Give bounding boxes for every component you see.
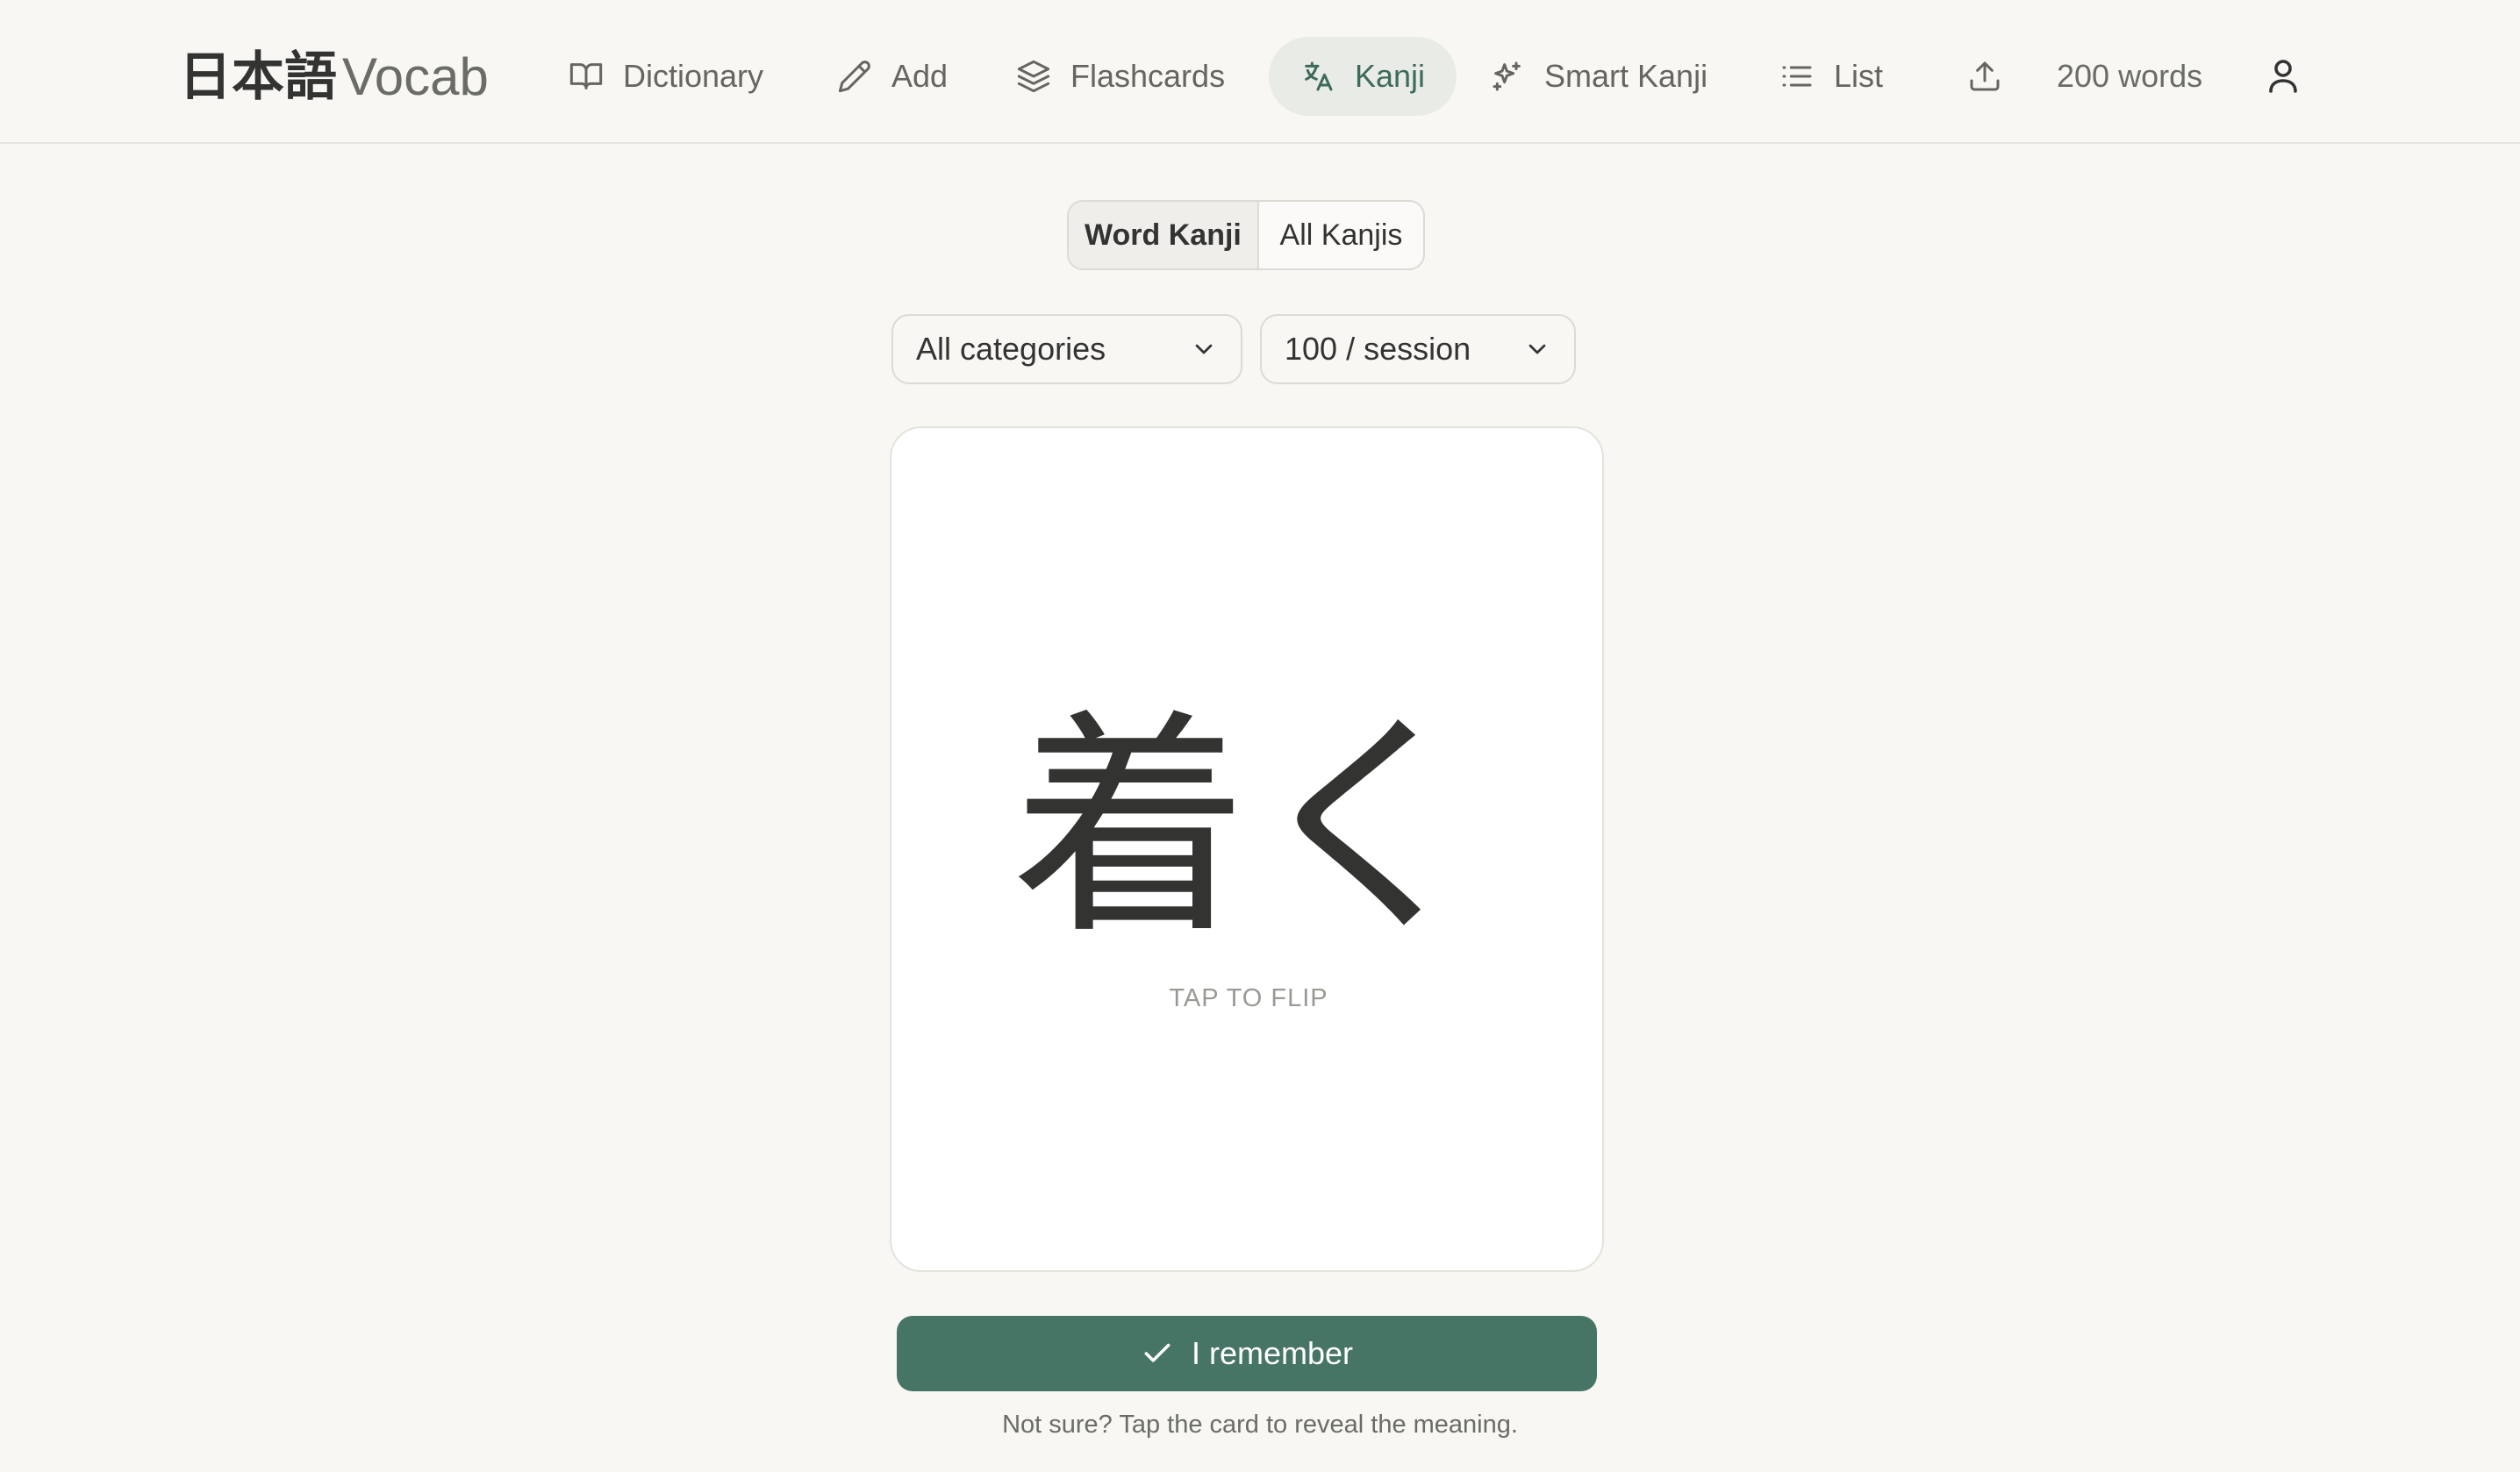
sparkles-icon	[1493, 61, 1521, 91]
nav-dictionary[interactable]: Dictionary	[537, 37, 795, 116]
category-select-value: All categories	[916, 331, 1106, 367]
kanji-mode-toggle: Word Kanji All Kanjis	[1067, 200, 1425, 270]
session-size-select[interactable]: 100 / session	[1260, 314, 1576, 384]
upload-button[interactable]	[1943, 37, 2027, 116]
reveal-hint: Not sure? Tap the card to reveal the mea…	[1002, 1411, 1518, 1439]
session-size-value: 100 / session	[1285, 331, 1471, 367]
card-kanji: 着く	[1012, 690, 1486, 966]
nav-flashcards-label: Flashcards	[1070, 58, 1226, 94]
nav-smart-kanji[interactable]: Smart Kanji	[1458, 37, 1739, 116]
kanji-flashcard[interactable]: 着く TAP TO FLIP	[890, 426, 1604, 1272]
mode-word-kanji[interactable]: Word Kanji	[1069, 202, 1259, 268]
remember-button-label: I remember	[1191, 1335, 1354, 1371]
book-icon	[569, 63, 603, 89]
category-select[interactable]: All categories	[891, 314, 1242, 384]
nav-add-label: Add	[891, 58, 949, 94]
remember-button[interactable]: I remember	[897, 1316, 1597, 1391]
upload-icon	[1970, 61, 2000, 91]
user-icon	[2269, 60, 2297, 93]
list-icon	[1782, 66, 1812, 87]
nav-list[interactable]: List	[1748, 37, 1915, 116]
tap-to-flip-hint: TAP TO FLIP	[1169, 984, 1328, 1012]
pencil-icon	[838, 61, 870, 93]
nav-flashcards[interactable]: Flashcards	[984, 37, 1256, 116]
nav-list-label: List	[1834, 58, 1884, 94]
app-logo[interactable]: 日本語 Vocab	[179, 44, 489, 111]
mode-all-kanjis[interactable]: All Kanjis	[1259, 202, 1423, 268]
top-navigation-bar: 日本語 Vocab Dictionary Add Flashcards Kanji…	[0, 0, 2520, 144]
chevron-down-icon	[1528, 344, 1546, 354]
translate-icon	[1305, 61, 1333, 91]
chevron-down-icon	[1195, 344, 1213, 354]
check-icon	[1144, 1343, 1171, 1362]
user-button[interactable]	[2262, 54, 2304, 96]
nav-kanji[interactable]: Kanji	[1269, 37, 1457, 116]
word-count: 200 words	[2057, 58, 2203, 94]
nav-add[interactable]: Add	[805, 37, 979, 116]
nav-kanji-label: Kanji	[1355, 58, 1426, 94]
nav-dictionary-label: Dictionary	[623, 58, 764, 94]
logo-name: Vocab	[342, 47, 489, 106]
nav-smart-kanji-label: Smart Kanji	[1544, 58, 1708, 94]
logo-japanese: 日本語	[179, 46, 337, 108]
layers-icon	[1017, 60, 1050, 93]
